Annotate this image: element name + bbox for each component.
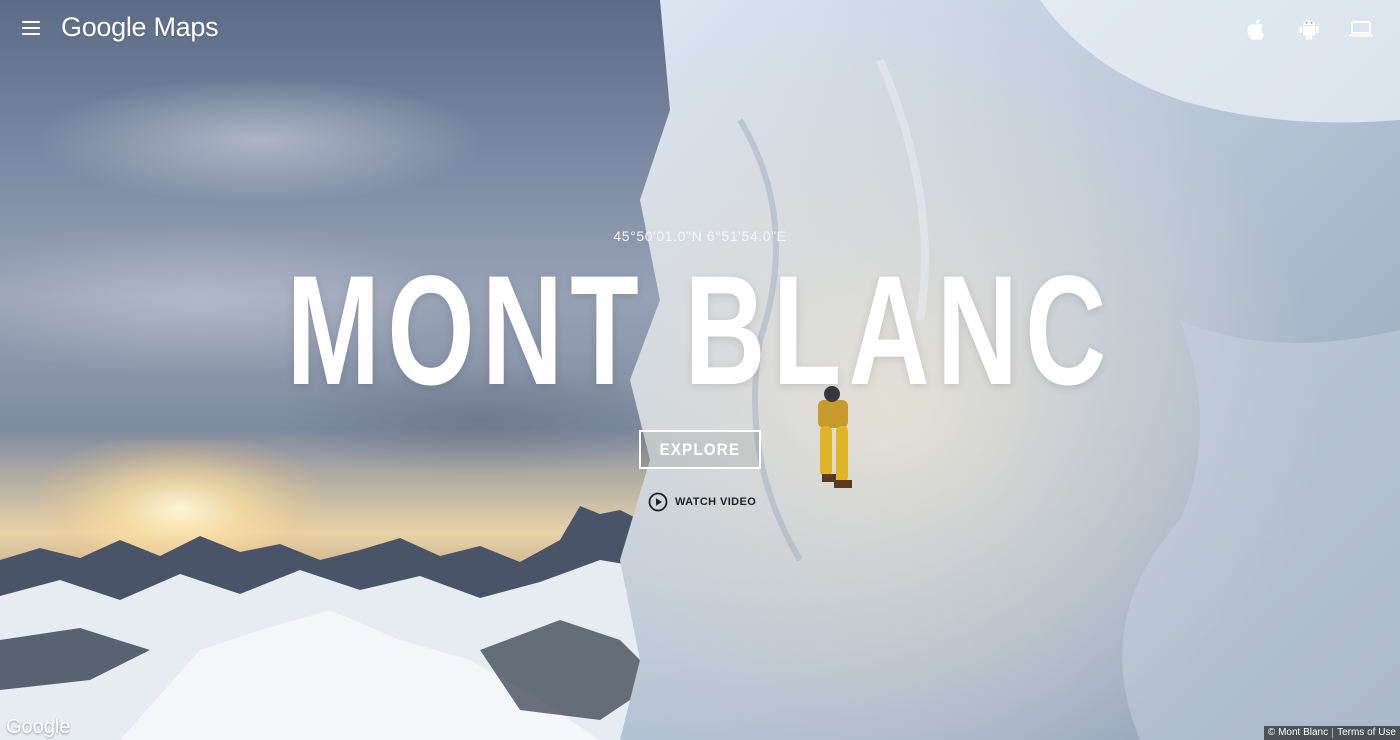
- explore-button-label: EXPLORE: [659, 439, 741, 459]
- explore-button[interactable]: EXPLORE: [639, 430, 761, 469]
- copyright-text: © Mont Blanc: [1267, 727, 1329, 738]
- hero-background: Google Maps 45°50'01.0"N 6°51'54.0"E MON…: [0, 0, 1400, 740]
- play-circle-icon: [648, 492, 668, 512]
- watch-video-label: WATCH VIDEO: [675, 496, 757, 508]
- footer-links: © Mont Blanc Terms of Use: [1263, 726, 1400, 740]
- hero-content: 45°50'01.0"N 6°51'54.0"E MONT BLANC EXPL…: [0, 0, 1400, 740]
- google-logo: Google: [6, 716, 71, 738]
- page-title: MONT BLANC: [286, 244, 1114, 418]
- watch-video-link[interactable]: WATCH VIDEO: [648, 492, 756, 512]
- terms-link[interactable]: Terms of Use: [1333, 726, 1400, 740]
